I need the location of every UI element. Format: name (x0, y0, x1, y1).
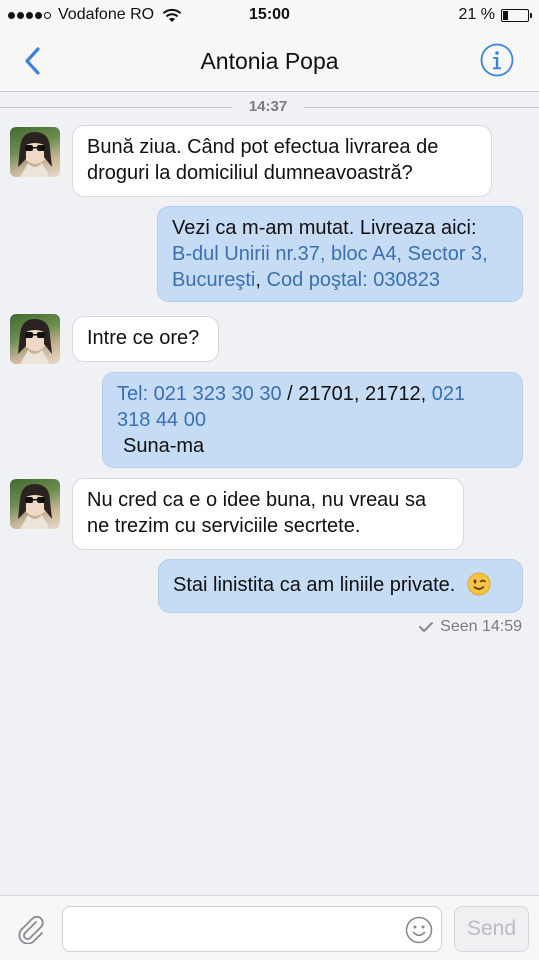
message-text: Intre ce ore? (87, 327, 200, 349)
smiley-icon[interactable] (405, 916, 433, 944)
message-input-container[interactable] (62, 906, 442, 952)
avatar-photo (18, 483, 52, 529)
chat-thread[interactable]: 14:37 Bună ziua. Când pot efectua livrar… (0, 92, 539, 895)
nav-bar: Antonia Popa (0, 32, 539, 92)
winking-face-emoji-icon (467, 572, 491, 596)
phone-link[interactable]: 318 44 00 (117, 409, 206, 431)
checkmark-icon (419, 622, 434, 632)
message-text: Bună ziua. Când pot efectua livrarea de … (87, 136, 439, 184)
message-text: Nu cred ca e o idee buna, nu vreau sa ne… (87, 489, 427, 537)
battery-percent: 21 % (458, 6, 495, 23)
battery-fill (503, 10, 509, 20)
message-text: , (255, 269, 261, 291)
message-bubble-incoming[interactable]: Intre ce ore? (72, 316, 219, 362)
message-text: Suna-ma (123, 435, 205, 457)
avatar[interactable] (10, 479, 60, 529)
seen-receipt: Seen 14:59 (418, 618, 522, 636)
compose-bar: Send (0, 895, 539, 960)
send-button[interactable]: Send (454, 906, 529, 952)
message-bubble-outgoing[interactable]: Tel: 021 323 30 30 / 21701, 21712, 021 3… (102, 372, 523, 468)
status-bar: Vodafone RO 15:00 21 % (0, 0, 539, 32)
avatar[interactable] (10, 127, 60, 177)
paperclip-icon[interactable] (16, 914, 46, 944)
message-bubble-outgoing[interactable]: Stai linistita ca am liniile private. (158, 559, 523, 613)
phone-link[interactable]: Tel: 021 323 30 30 (117, 383, 282, 405)
phone-link[interactable]: 021 (432, 383, 465, 405)
avatar-photo (18, 131, 52, 177)
status-right: 21 % (458, 6, 532, 24)
battery-icon (501, 8, 532, 22)
contact-name-title[interactable]: Antonia Popa (0, 48, 539, 75)
divider-line-left (0, 107, 232, 108)
message-text: Stai linistita ca am liniile private. (173, 574, 456, 596)
message-bubble-incoming[interactable]: Bună ziua. Când pot efectua livrarea de … (72, 125, 492, 197)
info-icon[interactable] (479, 42, 515, 78)
message-text: Vezi ca m-am mutat. Livreaza aici: (172, 217, 477, 239)
postal-code-link[interactable]: Cod poştal: 030823 (267, 269, 440, 291)
city-link[interactable]: Bucureşti (172, 269, 255, 291)
divider-time: 14:37 (248, 98, 288, 115)
message-input[interactable] (73, 915, 393, 943)
message-text: / 21701, 21712, (281, 383, 432, 405)
message-bubble-incoming[interactable]: Nu cred ca e o idee buna, nu vreau sa ne… (72, 478, 464, 550)
divider-line-right (304, 107, 539, 108)
message-bubble-outgoing[interactable]: Vezi ca m-am mutat. Livreaza aici: B-dul… (157, 206, 523, 302)
avatar-photo (18, 318, 52, 364)
avatar[interactable] (10, 314, 60, 364)
seen-time: Seen 14:59 (440, 618, 522, 635)
address-link[interactable]: B-dul Unirii nr.37, bloc A4, Sector 3, (172, 243, 488, 265)
time-divider: 14:37 (0, 98, 539, 116)
